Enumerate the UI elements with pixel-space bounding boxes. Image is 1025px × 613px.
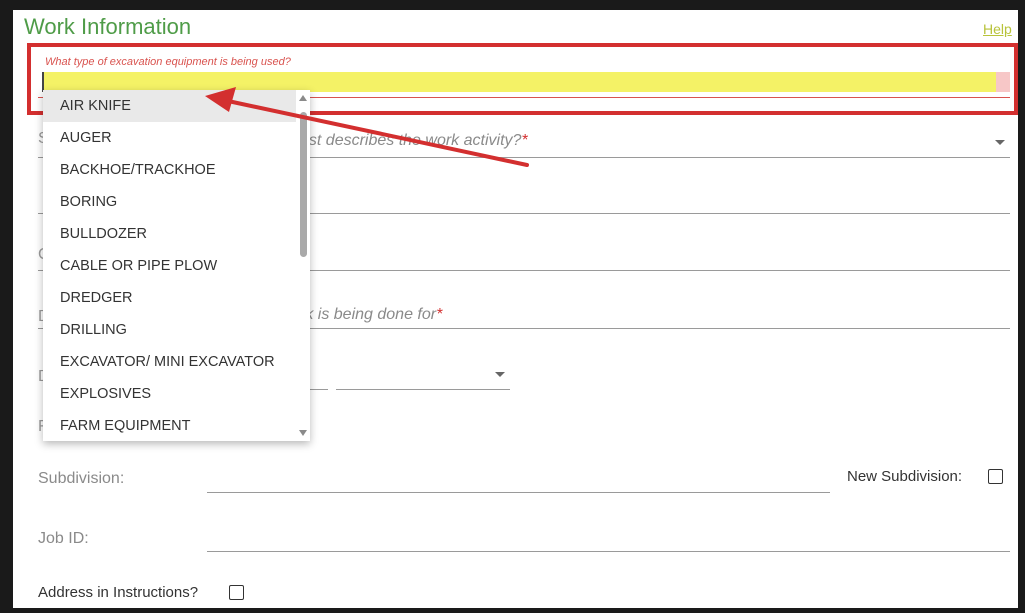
option-backhoe-trackhoe[interactable]: BACKHOE/TRACKHOE [43, 154, 310, 186]
option-auger[interactable]: AUGER [43, 122, 310, 154]
job-id-input[interactable] [207, 551, 1010, 552]
required-asterisk: * [436, 306, 443, 323]
subdivision-label: Subdivision: [38, 470, 125, 487]
option-air-knife[interactable]: AIR KNIFE [43, 90, 310, 122]
address-in-instructions-checkbox[interactable] [229, 585, 244, 600]
scroll-up-arrow-icon[interactable] [299, 95, 307, 101]
option-explosives[interactable]: EXPLOSIVES [43, 378, 310, 410]
new-subdivision-label: New Subdivision: [847, 468, 963, 485]
required-asterisk: * [521, 132, 528, 149]
equipment-input[interactable] [42, 72, 1010, 92]
scroll-down-arrow-icon[interactable] [299, 430, 307, 436]
chevron-down-icon[interactable] [495, 372, 505, 377]
section-title: Work Information [24, 14, 192, 39]
select-field[interactable] [336, 389, 510, 390]
option-boring[interactable]: BORING [43, 186, 310, 218]
option-dredger[interactable]: DREDGER [43, 282, 310, 314]
equipment-question-label: What type of excavation equipment is bei… [45, 56, 291, 68]
equipment-options-list: AIR KNIFE AUGER BACKHOE/TRACKHOE BORING … [43, 90, 310, 441]
scrollbar-thumb[interactable] [300, 112, 307, 257]
option-bulldozer[interactable]: BULLDOZER [43, 218, 310, 250]
address-in-instructions-label: Address in Instructions? [38, 584, 199, 601]
work-activity-label: est describes the work activity?* [300, 132, 528, 149]
work-done-for-label: rk is being done for* [300, 306, 443, 323]
help-link[interactable]: Help [983, 21, 1012, 37]
equipment-dropdown[interactable]: AIR KNIFE AUGER BACKHOE/TRACKHOE BORING … [43, 90, 310, 441]
option-farm-equipment[interactable]: FARM EQUIPMENT [43, 410, 310, 441]
new-subdivision-checkbox[interactable] [988, 469, 1003, 484]
dropdown-scrollbar[interactable] [296, 90, 310, 441]
chevron-down-icon[interactable] [995, 140, 1005, 145]
option-cable-or-pipe-plow[interactable]: CABLE OR PIPE PLOW [43, 250, 310, 282]
option-drilling[interactable]: DRILLING [43, 314, 310, 346]
subdivision-input[interactable] [207, 492, 830, 493]
job-id-label: Job ID: [38, 530, 89, 547]
option-excavator-mini-excavator[interactable]: EXCAVATOR/ MINI EXCAVATOR [43, 346, 310, 378]
select-field[interactable] [310, 389, 328, 390]
